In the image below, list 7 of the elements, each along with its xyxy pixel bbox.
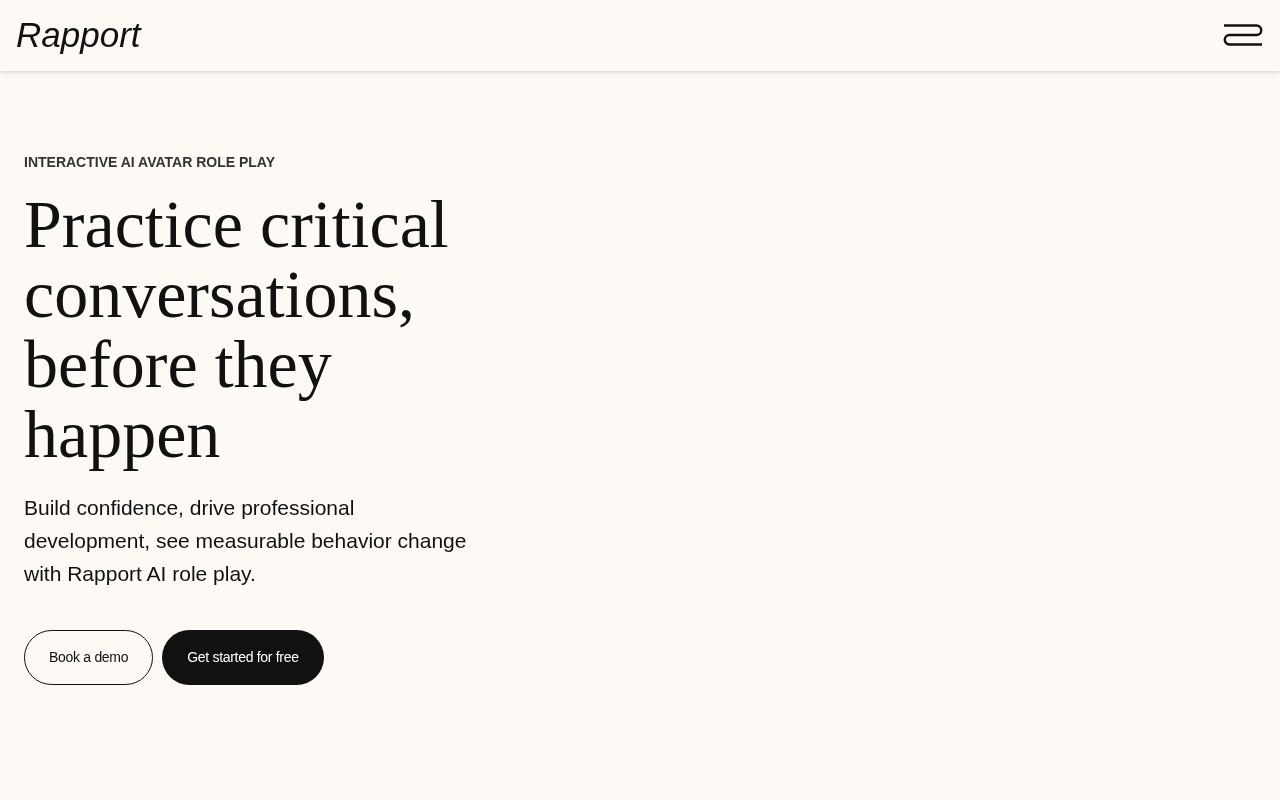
eyebrow-label: INTERACTIVE AI AVATAR ROLE PLAY [24,153,275,172]
hero-description: Build confidence, drive professional development, see measurable behavior change with Rapport AI role play. [24,495,468,587]
brand-logo[interactable]: Rapport [16,17,141,54]
hero-heading: Practice critical conversations, before they happen [24,189,450,469]
menu-button[interactable] [1223,24,1263,47]
menu-icon [1223,24,1263,47]
get-started-button[interactable]: Get started for free [162,630,324,685]
